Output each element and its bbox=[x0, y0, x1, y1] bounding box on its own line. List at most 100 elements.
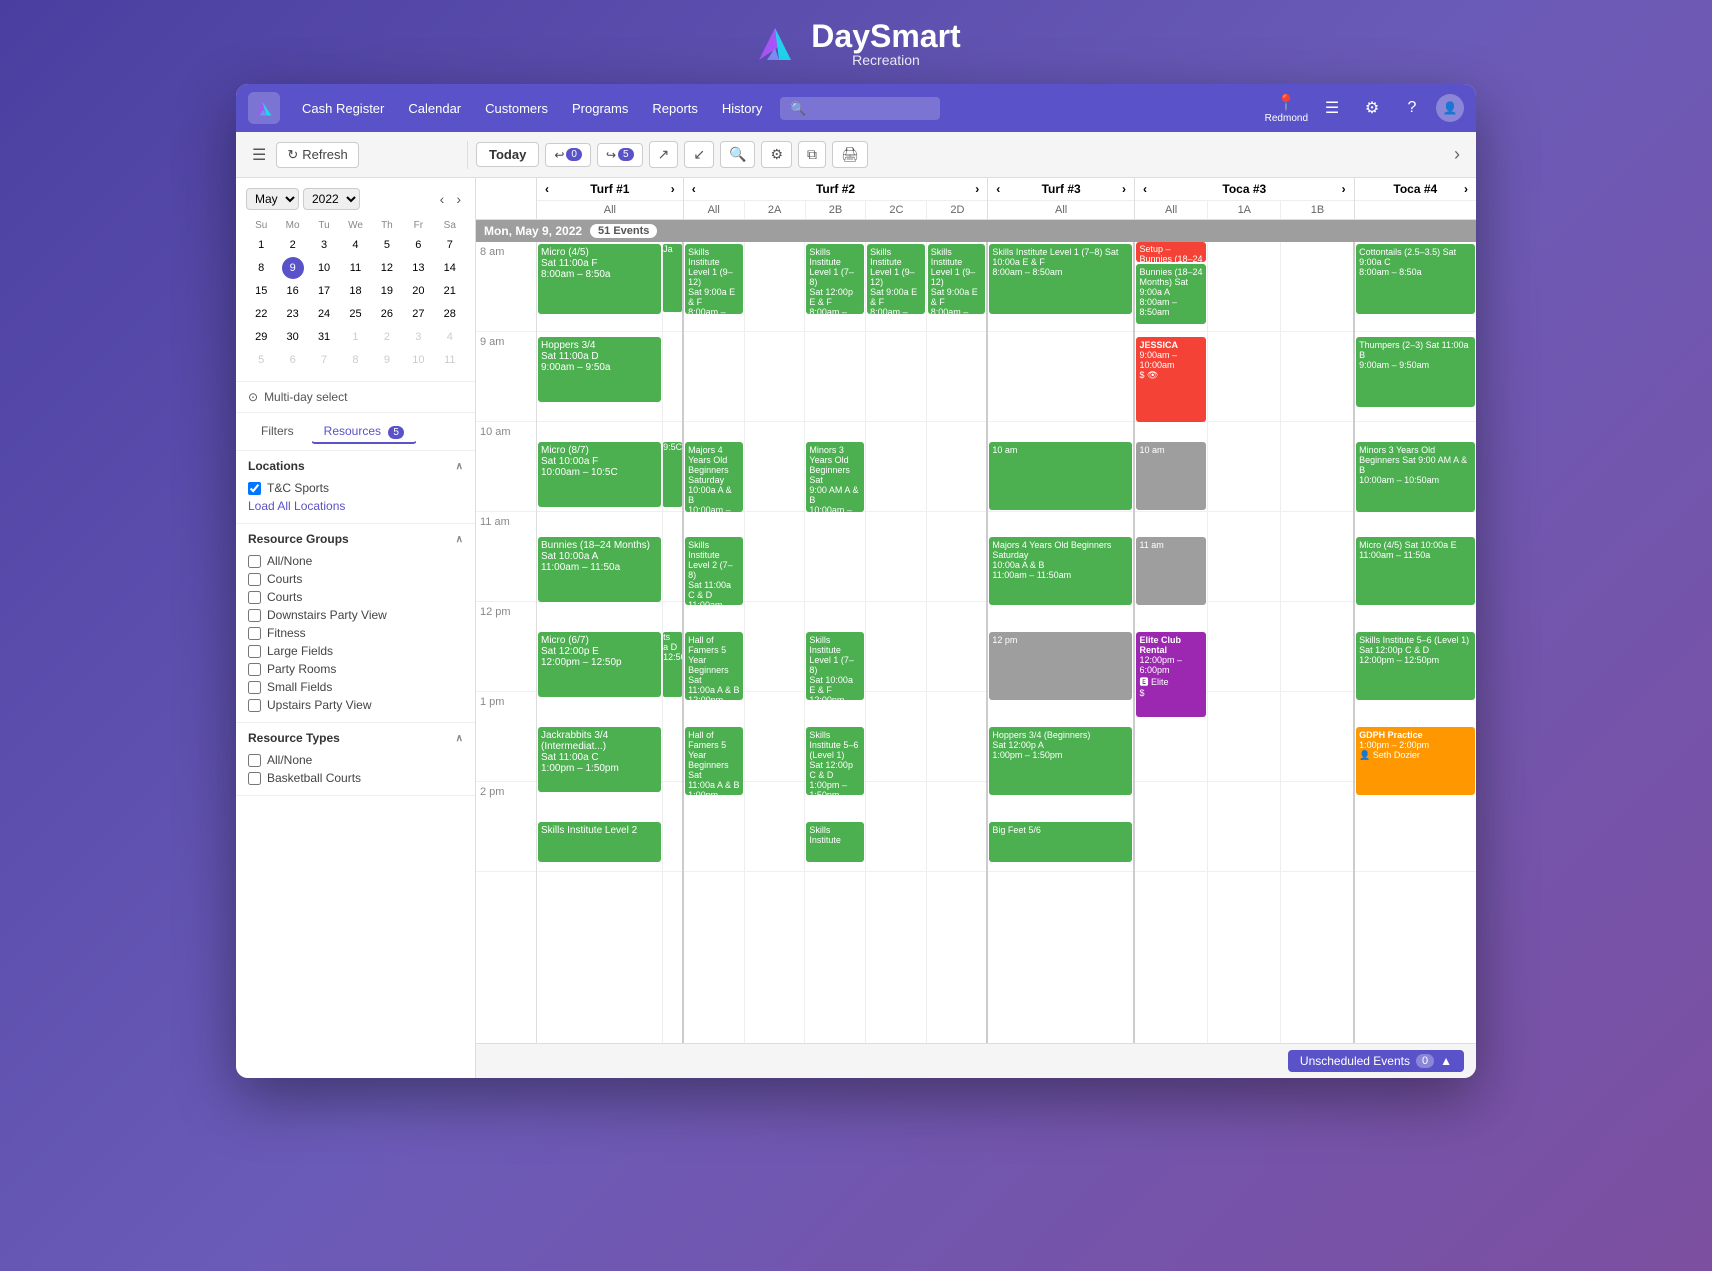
event-block[interactable]: Jackrabbits 3/4 (Intermediat...) Sat 11:… bbox=[538, 727, 661, 792]
rg-courts-1[interactable]: Courts bbox=[248, 570, 463, 588]
nav-location[interactable]: 📍 Redmond bbox=[1265, 93, 1308, 124]
event-block[interactable]: Hoppers 3/4 Sat 11:00a D 9:00am – 9:50a bbox=[538, 337, 661, 402]
event-block[interactable]: Skills Institute Level 2 (7–8) Sat 11:00… bbox=[685, 537, 743, 605]
nav-user-avatar[interactable]: 👤 bbox=[1436, 94, 1464, 122]
nav-customers[interactable]: Customers bbox=[475, 95, 558, 122]
toca3-next[interactable]: › bbox=[1342, 182, 1346, 196]
event-block[interactable]: Majors 4 Years Old Beginners Saturday 10… bbox=[989, 537, 1132, 605]
event-block[interactable]: Skills Institute Level 1 (7–8) Sat 12:00… bbox=[806, 244, 864, 314]
cal-day[interactable]: 8 bbox=[250, 257, 272, 279]
year-select[interactable]: 2022 bbox=[303, 188, 360, 210]
refresh-button[interactable]: ↻ Refresh bbox=[276, 142, 358, 168]
rg-party-rooms[interactable]: Party Rooms bbox=[248, 660, 463, 678]
cal-day[interactable]: 25 bbox=[344, 303, 366, 325]
event-block[interactable]: 12 pm bbox=[989, 632, 1132, 700]
cal-day[interactable]: 28 bbox=[439, 303, 461, 325]
event-block[interactable]: Skills Institute Level 2 bbox=[538, 822, 661, 862]
cal-day[interactable]: 29 bbox=[250, 326, 272, 348]
cal-day[interactable]: 26 bbox=[376, 303, 398, 325]
event-block[interactable]: Skills Institute Level 1 (9–12) Sat 9:00… bbox=[928, 244, 986, 314]
locations-header[interactable]: Locations ∧ bbox=[248, 459, 463, 473]
cal-day[interactable]: 4 bbox=[344, 234, 366, 256]
turf2-next[interactable]: › bbox=[975, 182, 979, 196]
nav-programs[interactable]: Programs bbox=[562, 95, 638, 122]
event-block[interactable]: Skills Institute 5–6 (Level 1) Sat 12:00… bbox=[1356, 632, 1475, 700]
cal-day[interactable]: 6 bbox=[282, 349, 304, 371]
prev-month-button[interactable]: ‹ bbox=[436, 189, 449, 209]
turf2-prev[interactable]: ‹ bbox=[692, 182, 696, 196]
turf3-prev[interactable]: ‹ bbox=[996, 182, 1000, 196]
event-block[interactable]: Elite Club Rental 12:00pm – 6:00pm 🅴 Eli… bbox=[1136, 632, 1206, 717]
event-block[interactable]: Micro (8/7) Sat 10:00a F 10:00am – 10:5C bbox=[538, 442, 661, 507]
event-block[interactable]: Hall of Famers 5 Year Beginners Sat 11:0… bbox=[685, 727, 743, 795]
menu-button[interactable]: ☰ bbox=[248, 141, 270, 169]
cal-day[interactable]: 30 bbox=[282, 326, 304, 348]
cal-day[interactable]: 6 bbox=[407, 234, 429, 256]
cal-day[interactable]: 2 bbox=[376, 326, 398, 348]
rg-upstairs-party[interactable]: Upstairs Party View bbox=[248, 696, 463, 714]
event-block[interactable]: 10 am bbox=[989, 442, 1132, 510]
cal-day[interactable]: 17 bbox=[313, 280, 335, 302]
cal-day[interactable]: 22 bbox=[250, 303, 272, 325]
cal-day[interactable]: 11 bbox=[344, 257, 366, 279]
event-block[interactable]: Bunnies (18–24 Months) Sat 9:00a A 8:00a… bbox=[1136, 264, 1206, 324]
multi-day-select[interactable]: ⊙ Multi-day select bbox=[236, 382, 475, 413]
cal-day[interactable]: 10 bbox=[407, 349, 429, 371]
location-tc-sports-checkbox[interactable] bbox=[248, 482, 261, 495]
cal-day[interactable]: 5 bbox=[376, 234, 398, 256]
cal-day[interactable]: 1 bbox=[344, 326, 366, 348]
cal-day[interactable]: 20 bbox=[407, 280, 429, 302]
cal-day[interactable]: 31 bbox=[313, 326, 335, 348]
nav-settings-icon[interactable]: ⚙ bbox=[1356, 92, 1388, 124]
month-select[interactable]: May bbox=[246, 188, 299, 210]
event-block[interactable]: Skills Institute 5–6 (Level 1) Sat 12:00… bbox=[806, 727, 864, 795]
nav-reports[interactable]: Reports bbox=[642, 95, 708, 122]
nav-help-icon[interactable]: ? bbox=[1396, 92, 1428, 124]
print-button[interactable]: 🖨 bbox=[832, 141, 868, 168]
rg-small-fields[interactable]: Small Fields bbox=[248, 678, 463, 696]
turf3-next[interactable]: › bbox=[1122, 182, 1126, 196]
cal-day[interactable]: 3 bbox=[407, 326, 429, 348]
turf1-next[interactable]: › bbox=[671, 182, 675, 196]
event-block[interactable]: Skills Institute Level 1 (7–8) Sat 10:00… bbox=[989, 244, 1132, 314]
event-block[interactable]: Hoppers 3/4 (Beginners) Sat 12:00p A 1:0… bbox=[989, 727, 1132, 795]
toca4-next[interactable]: › bbox=[1464, 182, 1468, 196]
cal-day[interactable]: 10 bbox=[313, 257, 335, 279]
cal-day[interactable]: 7 bbox=[313, 349, 335, 371]
tab-resources[interactable]: Resources 5 bbox=[311, 419, 417, 444]
cal-day[interactable]: 5 bbox=[250, 349, 272, 371]
rg-all-none[interactable]: All/None bbox=[248, 552, 463, 570]
nav-history[interactable]: History bbox=[712, 95, 772, 122]
rt-all-none[interactable]: All/None bbox=[248, 751, 463, 769]
resource-groups-header[interactable]: Resource Groups ∧ bbox=[248, 532, 463, 546]
event-block[interactable]: Cottontails (2.5–3.5) Sat 9:00a C 8:00am… bbox=[1356, 244, 1475, 314]
rg-courts-2[interactable]: Courts bbox=[248, 588, 463, 606]
cal-day[interactable]: 16 bbox=[282, 280, 304, 302]
copy-button[interactable]: ⧉ bbox=[798, 141, 826, 168]
nav-cash-register[interactable]: Cash Register bbox=[292, 95, 394, 122]
cal-day[interactable]: 19 bbox=[376, 280, 398, 302]
undo-button[interactable]: ↩ 0 bbox=[545, 143, 591, 167]
event-block[interactable]: Skills Institute Level 1 (9–12) Sat 9:00… bbox=[867, 244, 925, 314]
cal-day[interactable]: 8 bbox=[344, 349, 366, 371]
toca3-prev[interactable]: ‹ bbox=[1143, 182, 1147, 196]
event-block[interactable]: JESSICA 9:00am – 10:00am $ 👁 bbox=[1136, 337, 1206, 422]
cal-day[interactable]: 21 bbox=[439, 280, 461, 302]
collapse-sidebar-button[interactable]: › bbox=[1450, 140, 1464, 169]
rt-basketball[interactable]: Basketball Courts bbox=[248, 769, 463, 787]
event-block[interactable]: 10 am bbox=[1136, 442, 1206, 510]
nav-logo-button[interactable] bbox=[248, 92, 280, 124]
nav-search-input[interactable] bbox=[780, 97, 940, 120]
cal-day[interactable]: 9 bbox=[376, 349, 398, 371]
cal-day[interactable]: 15 bbox=[250, 280, 272, 302]
cal-day[interactable]: 13 bbox=[407, 257, 429, 279]
event-block[interactable]: Skills Institute Level 1 (9–12) Sat 9:00… bbox=[685, 244, 743, 314]
tab-filters[interactable]: Filters bbox=[248, 419, 307, 444]
event-block[interactable]: Big Feet 5/6 bbox=[989, 822, 1132, 862]
rg-large-fields[interactable]: Large Fields bbox=[248, 642, 463, 660]
cal-day[interactable]: 7 bbox=[439, 234, 461, 256]
cal-day[interactable]: 23 bbox=[282, 303, 304, 325]
event-block[interactable]: Minors 3 Years Old Beginners Sat 9:00 AM… bbox=[806, 442, 864, 512]
event-block[interactable]: Setup – Bunnies (18–24 Months) Sat 9:00a… bbox=[1136, 242, 1206, 262]
load-all-locations-link[interactable]: Load All Locations bbox=[248, 497, 463, 515]
